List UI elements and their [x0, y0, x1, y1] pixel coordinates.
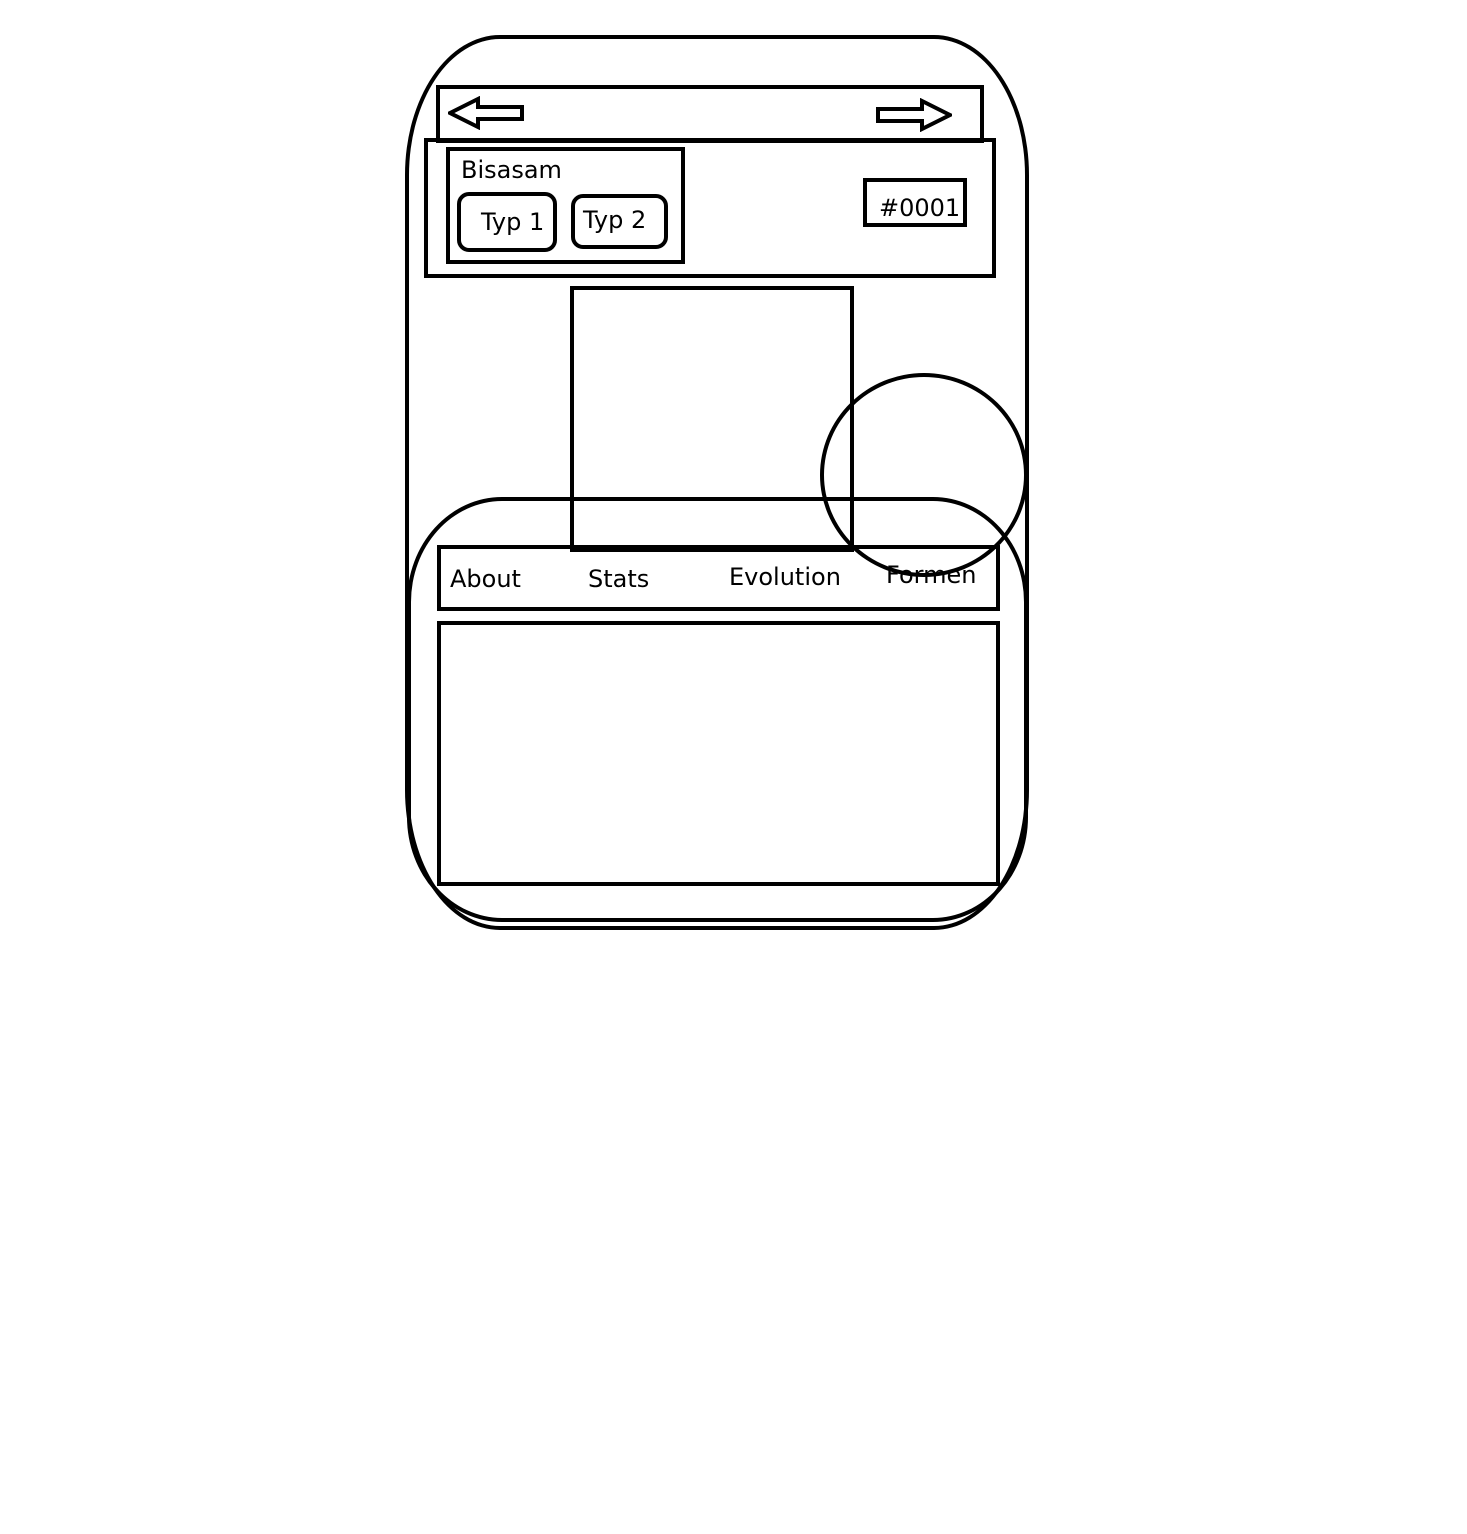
tab-about[interactable]: About: [450, 567, 521, 591]
arrow-left-icon[interactable]: [448, 96, 524, 130]
tab-formen[interactable]: Formen: [886, 563, 976, 587]
type-badge-2: Typ 2: [571, 194, 668, 249]
arrow-right-icon[interactable]: [876, 98, 952, 132]
tab-stats[interactable]: Stats: [588, 567, 649, 591]
tab-evolution[interactable]: Evolution: [729, 565, 841, 589]
type-badge-1: Typ 1: [457, 192, 557, 252]
tab-content-panel: [437, 621, 1000, 886]
dex-number: #0001: [863, 178, 967, 227]
pokemon-name: Bisasam: [461, 156, 562, 184]
